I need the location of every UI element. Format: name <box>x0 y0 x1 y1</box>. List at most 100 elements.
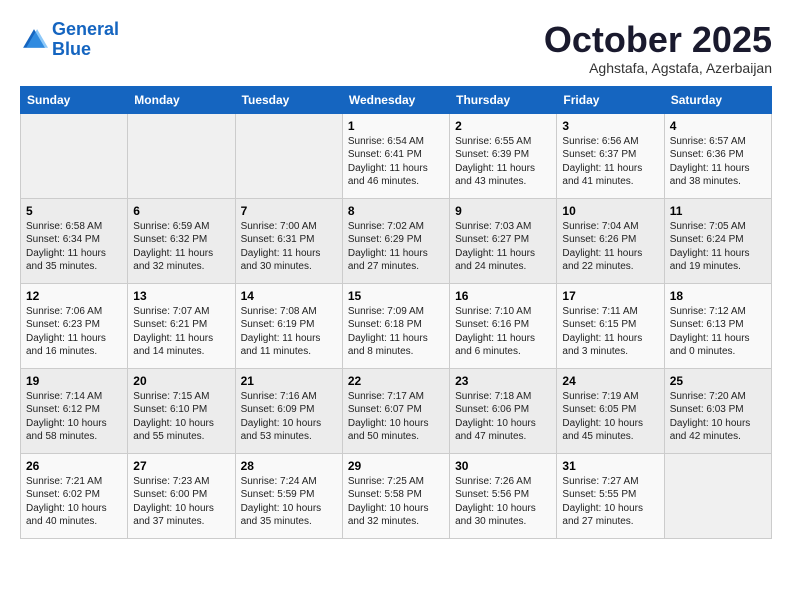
day-number: 30 <box>455 459 551 473</box>
day-info: Sunrise: 7:27 AMSunset: 5:55 PMDaylight:… <box>562 476 643 528</box>
day-number: 14 <box>241 289 337 303</box>
day-info: Sunrise: 7:20 AMSunset: 6:03 PMDaylight:… <box>670 391 751 443</box>
calendar-cell: 6 Sunrise: 6:59 AMSunset: 6:32 PMDaylight… <box>128 198 235 283</box>
day-info: Sunrise: 7:21 AMSunset: 6:02 PMDaylight:… <box>26 476 107 528</box>
calendar-cell: 8 Sunrise: 7:02 AMSunset: 6:29 PMDaylight… <box>342 198 449 283</box>
calendar-cell: 22Sunrise: 7:17 AMSunset: 6:07 PMDayligh… <box>342 368 449 453</box>
day-number: 8 <box>348 204 444 218</box>
page-header: General Blue October 2025 Aghstafa, Agst… <box>20 20 772 76</box>
day-number: 4 <box>670 119 766 133</box>
calendar-cell: 24 Sunrise: 7:19 AMSunset: 6:05 PMDayligh… <box>557 368 664 453</box>
day-info: Sunrise: 7:08 AMSunset: 6:19 PMDaylight:… <box>241 306 321 358</box>
day-number: 11 <box>670 204 766 218</box>
day-info: Sunrise: 6:59 AMSunset: 6:32 PMDaylight:… <box>133 221 213 273</box>
logo: General Blue <box>20 20 119 60</box>
calendar-cell: 18Sunrise: 7:12 AMSunset: 6:13 PMDayligh… <box>664 283 771 368</box>
day-info: Sunrise: 6:56 AMSunset: 6:37 PMDaylight:… <box>562 136 642 188</box>
weekday-header: Wednesday <box>342 86 449 113</box>
calendar-cell: 10 Sunrise: 7:04 AMSunset: 6:26 PMDayligh… <box>557 198 664 283</box>
day-number: 2 <box>455 119 551 133</box>
calendar-cell: 28Sunrise: 7:24 AMSunset: 5:59 PMDayligh… <box>235 453 342 538</box>
calendar-cell: 2 Sunrise: 6:55 AMSunset: 6:39 PMDaylight… <box>450 113 557 198</box>
day-number: 9 <box>455 204 551 218</box>
calendar-cell: 11 Sunrise: 7:05 AMSunset: 6:24 PMDayligh… <box>664 198 771 283</box>
day-number: 28 <box>241 459 337 473</box>
day-info: Sunrise: 7:02 AMSunset: 6:29 PMDaylight:… <box>348 221 428 273</box>
calendar-cell <box>128 113 235 198</box>
month-title: October 2025 <box>544 20 772 60</box>
weekday-header: Tuesday <box>235 86 342 113</box>
calendar-cell: 23 Sunrise: 7:18 AMSunset: 6:06 PMDayligh… <box>450 368 557 453</box>
day-info: Sunrise: 7:18 AMSunset: 6:06 PMDaylight:… <box>455 391 536 443</box>
day-info: Sunrise: 7:25 AMSunset: 5:58 PMDaylight:… <box>348 476 429 528</box>
day-number: 7 <box>241 204 337 218</box>
calendar-cell: 26 Sunrise: 7:21 AMSunset: 6:02 PMDayligh… <box>21 453 128 538</box>
day-info: Sunrise: 7:06 AMSunset: 6:23 PMDaylight:… <box>26 306 106 358</box>
day-number: 29 <box>348 459 444 473</box>
calendar-cell: 3 Sunrise: 6:56 AMSunset: 6:37 PMDaylight… <box>557 113 664 198</box>
day-number: 19 <box>26 374 122 388</box>
calendar-cell: 12 Sunrise: 7:06 AMSunset: 6:23 PMDayligh… <box>21 283 128 368</box>
day-number: 13 <box>133 289 229 303</box>
day-info: Sunrise: 7:05 AMSunset: 6:24 PMDaylight:… <box>670 221 750 273</box>
calendar-cell <box>664 453 771 538</box>
calendar-week-row: 19 Sunrise: 7:14 AMSunset: 6:12 PMDayligh… <box>21 368 772 453</box>
calendar-week-row: 26 Sunrise: 7:21 AMSunset: 6:02 PMDayligh… <box>21 453 772 538</box>
day-number: 31 <box>562 459 658 473</box>
day-number: 26 <box>26 459 122 473</box>
day-info: Sunrise: 7:14 AMSunset: 6:12 PMDaylight:… <box>26 391 107 443</box>
calendar-cell: 13 Sunrise: 7:07 AMSunset: 6:21 PMDayligh… <box>128 283 235 368</box>
calendar-cell: 20 Sunrise: 7:15 AMSunset: 6:10 PMDayligh… <box>128 368 235 453</box>
calendar-table: SundayMondayTuesdayWednesdayThursdayFrid… <box>20 86 772 539</box>
calendar-cell: 21 Sunrise: 7:16 AMSunset: 6:09 PMDayligh… <box>235 368 342 453</box>
day-number: 10 <box>562 204 658 218</box>
day-number: 24 <box>562 374 658 388</box>
weekday-header: Monday <box>128 86 235 113</box>
day-number: 6 <box>133 204 229 218</box>
day-number: 22 <box>348 374 444 388</box>
day-info: Sunrise: 7:23 AMSunset: 6:00 PMDaylight:… <box>133 476 214 528</box>
title-area: October 2025 Aghstafa, Agstafa, Azerbaij… <box>544 20 772 76</box>
header-row: SundayMondayTuesdayWednesdayThursdayFrid… <box>21 86 772 113</box>
weekday-header: Sunday <box>21 86 128 113</box>
day-info: Sunrise: 6:55 AMSunset: 6:39 PMDaylight:… <box>455 136 535 188</box>
weekday-header: Friday <box>557 86 664 113</box>
day-number: 16 <box>455 289 551 303</box>
calendar-week-row: 12 Sunrise: 7:06 AMSunset: 6:23 PMDayligh… <box>21 283 772 368</box>
calendar-cell: 30 Sunrise: 7:26 AMSunset: 5:56 PMDayligh… <box>450 453 557 538</box>
calendar-cell: 9Sunrise: 7:03 AMSunset: 6:27 PMDaylight… <box>450 198 557 283</box>
day-info: Sunrise: 7:07 AMSunset: 6:21 PMDaylight:… <box>133 306 213 358</box>
calendar-cell: 27 Sunrise: 7:23 AMSunset: 6:00 PMDayligh… <box>128 453 235 538</box>
day-number: 5 <box>26 204 122 218</box>
day-info: Sunrise: 7:19 AMSunset: 6:05 PMDaylight:… <box>562 391 643 443</box>
calendar-cell: 17Sunrise: 7:11 AMSunset: 6:15 PMDayligh… <box>557 283 664 368</box>
day-number: 25 <box>670 374 766 388</box>
day-info: Sunrise: 7:09 AMSunset: 6:18 PMDaylight:… <box>348 306 428 358</box>
day-info: Sunrise: 7:16 AMSunset: 6:09 PMDaylight:… <box>241 391 322 443</box>
calendar-cell <box>21 113 128 198</box>
calendar-cell: 15 Sunrise: 7:09 AMSunset: 6:18 PMDayligh… <box>342 283 449 368</box>
day-number: 1 <box>348 119 444 133</box>
day-number: 20 <box>133 374 229 388</box>
calendar-week-row: 1 Sunrise: 6:54 AMSunset: 6:41 PMDaylight… <box>21 113 772 198</box>
calendar-cell: 29 Sunrise: 7:25 AMSunset: 5:58 PMDayligh… <box>342 453 449 538</box>
day-number: 3 <box>562 119 658 133</box>
day-number: 12 <box>26 289 122 303</box>
day-info: Sunrise: 6:54 AMSunset: 6:41 PMDaylight:… <box>348 136 428 188</box>
weekday-header: Thursday <box>450 86 557 113</box>
logo-text: General Blue <box>52 20 119 60</box>
day-number: 21 <box>241 374 337 388</box>
day-info: Sunrise: 7:11 AMSunset: 6:15 PMDaylight:… <box>562 306 642 358</box>
weekday-header: Saturday <box>664 86 771 113</box>
calendar-cell: 1 Sunrise: 6:54 AMSunset: 6:41 PMDaylight… <box>342 113 449 198</box>
day-info: Sunrise: 7:04 AMSunset: 6:26 PMDaylight:… <box>562 221 642 273</box>
day-info: Sunrise: 7:10 AMSunset: 6:16 PMDaylight:… <box>455 306 535 358</box>
day-number: 27 <box>133 459 229 473</box>
calendar-cell: 31 Sunrise: 7:27 AMSunset: 5:55 PMDayligh… <box>557 453 664 538</box>
day-info: Sunrise: 7:15 AMSunset: 6:10 PMDaylight:… <box>133 391 214 443</box>
logo-icon <box>20 26 48 54</box>
day-number: 15 <box>348 289 444 303</box>
day-info: Sunrise: 7:26 AMSunset: 5:56 PMDaylight:… <box>455 476 536 528</box>
day-info: Sunrise: 7:00 AMSunset: 6:31 PMDaylight:… <box>241 221 321 273</box>
day-number: 23 <box>455 374 551 388</box>
